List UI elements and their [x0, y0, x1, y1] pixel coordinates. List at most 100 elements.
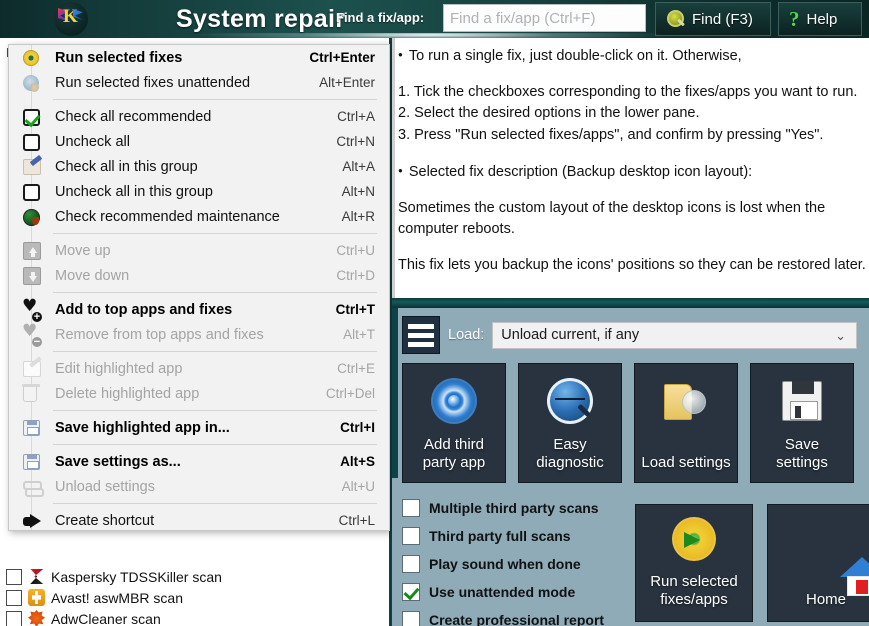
menu-item-icon [23, 384, 45, 404]
menu-item-label: Add to top apps and fixes [55, 302, 336, 318]
option-checkbox-list: Multiple third party scans Third party fu… [402, 494, 604, 626]
gear-blue-tile-icon [431, 378, 477, 424]
menu-item-edit-highlighted-app[interactable]: Edit highlighted appCtrl+E [9, 356, 389, 381]
menu-item-icon [23, 452, 45, 472]
load-settings-select[interactable]: Unload current, if any ⌄ [492, 322, 857, 349]
menu-item-unload-settings[interactable]: Unload settingsAlt+U [9, 474, 389, 499]
menu-item-label: Run selected fixes unattended [55, 75, 319, 91]
tool-tile-load-settings[interactable]: Load settings [634, 363, 738, 483]
info-line: computer reboots. [398, 219, 861, 241]
option-checkbox[interactable] [402, 555, 420, 573]
gear-blue-icon [23, 75, 39, 91]
menu-item-uncheck-all-in-this-group[interactable]: Uncheck all in this groupAlt+N [9, 179, 389, 204]
menu-item-add-to-top-apps-and-fixes[interactable]: Add to top apps and fixesCtrl+T [9, 297, 389, 322]
option-row[interactable]: Third party full scans [402, 522, 604, 550]
adwcleaner-icon [28, 610, 45, 626]
option-row[interactable]: Use unattended mode [402, 578, 604, 606]
option-checkbox[interactable] [402, 499, 420, 517]
menu-item-icon [23, 325, 45, 345]
menu-item-uncheck-all[interactable]: Uncheck allCtrl+N [9, 129, 389, 154]
menu-item-shortcut: Ctrl+Enter [309, 50, 375, 65]
menu-item-create-shortcut[interactable]: Create shortcutCtrl+L [9, 508, 389, 533]
menu-item-label: Uncheck all [55, 134, 336, 150]
fix-checkbox[interactable] [6, 590, 22, 606]
info-panel: To run a single fix, just double-click o… [392, 38, 869, 298]
option-checkbox[interactable] [402, 611, 420, 626]
option-row[interactable]: Play sound when done [402, 550, 604, 578]
option-row[interactable]: Multiple third party scans [402, 494, 604, 522]
info-line: To run a single fix, just double-click o… [398, 44, 861, 68]
menu-item-shortcut: Ctrl+E [337, 361, 375, 376]
find-field-label: Find a fix/app: [336, 10, 424, 25]
menu-item-label: Save highlighted app in... [55, 420, 340, 436]
menu-item-icon [23, 207, 45, 227]
menu-item-check-all-recommended[interactable]: Check all recommendedCtrl+A [9, 104, 389, 129]
menu-item-shortcut: Alt+S [340, 454, 375, 469]
menu-item-shortcut: Ctrl+A [337, 109, 375, 124]
search-input[interactable] [443, 4, 646, 32]
fix-checkbox[interactable] [6, 569, 22, 585]
arrow-down-icon [23, 267, 41, 285]
tool-tile-add-third[interactable]: Add thirdparty app [402, 363, 506, 483]
tile-label-line1: Save [751, 436, 853, 454]
fix-list: Kaspersky TDSSKiller scan Avast! aswMBR s… [0, 566, 392, 626]
info-spacer [398, 146, 861, 160]
hamburger-menu-icon[interactable] [402, 316, 440, 354]
fix-label: Avast! aswMBR scan [51, 590, 183, 606]
app-logo: K [52, 2, 90, 36]
chevron-down-icon: ⌄ [835, 329, 846, 344]
menu-item-delete-highlighted-app[interactable]: Delete highlighted appCtrl+Del [9, 381, 389, 406]
question-mark-icon: ? [789, 9, 800, 30]
menu-item-check-all-in-this-group[interactable]: Check all in this groupAlt+A [9, 154, 389, 179]
floppy-disk-icon [782, 381, 822, 421]
option-checkbox[interactable] [402, 583, 420, 601]
tool-tile-save[interactable]: Savesettings [750, 363, 854, 483]
menu-separator [53, 444, 377, 445]
menu-item-label: Uncheck all in this group [55, 184, 342, 200]
menu-item-label: Edit highlighted app [55, 361, 337, 377]
menu-item-run-selected-fixes-unattended[interactable]: Run selected fixes unattendedAlt+Enter [9, 70, 389, 95]
checkbox-empty-icon [23, 184, 40, 201]
tile-label-line2: party app [403, 454, 505, 472]
menu-item-icon [23, 157, 45, 177]
menu-item-check-recommended-maintenance[interactable]: Check recommended maintenanceAlt+R [9, 204, 389, 229]
menu-item-label: Check recommended maintenance [55, 209, 342, 225]
menu-separator [53, 351, 377, 352]
menu-item-run-selected-fixes[interactable]: Run selected fixesCtrl+Enter [9, 45, 389, 70]
info-line: 1. Tick the checkboxes corresponding to … [398, 82, 861, 104]
menu-item-icon [23, 511, 45, 531]
menu-item-move-up[interactable]: Move upCtrl+U [9, 238, 389, 263]
fix-label: AdwCleaner scan [51, 611, 161, 626]
menu-item-icon [23, 241, 45, 261]
tool-tile-easy[interactable]: Easydiagnostic [518, 363, 622, 483]
action-tile-run-selected[interactable]: Run selectedfixes/apps [635, 504, 753, 622]
heart-minus-icon [23, 327, 41, 343]
menu-item-icon [23, 359, 45, 379]
context-menu[interactable]: Run selected fixesCtrl+EnterRun selected… [8, 44, 390, 531]
menu-item-shortcut: Ctrl+N [336, 134, 375, 149]
list-item[interactable]: AdwCleaner scan [0, 608, 392, 626]
menu-item-shortcut: Alt+R [342, 209, 375, 224]
menu-item-move-down[interactable]: Move downCtrl+D [9, 263, 389, 288]
list-item[interactable]: Avast! aswMBR scan [0, 587, 392, 608]
menu-item-remove-from-top-apps-and-fixes[interactable]: Remove from top apps and fixesAlt+T [9, 322, 389, 347]
fix-checkbox[interactable] [6, 611, 22, 626]
run-gear-icon [672, 517, 716, 561]
load-settings-value: Unload current, if any [501, 327, 639, 343]
menu-item-icon [23, 182, 45, 202]
option-label: Multiple third party scans [429, 500, 599, 516]
find-button[interactable]: Find (F3) [655, 2, 771, 36]
list-item[interactable]: Kaspersky TDSSKiller scan [0, 566, 392, 587]
option-row[interactable]: Create professional report [402, 606, 604, 626]
menu-item-shortcut: Ctrl+U [336, 243, 375, 258]
menu-item-save-settings-as[interactable]: Save settings as...Alt+S [9, 449, 389, 474]
menu-item-save-highlighted-app-in[interactable]: Save highlighted app in...Ctrl+I [9, 415, 389, 440]
floppy-slot [795, 406, 801, 418]
action-tile-label: Home [768, 591, 869, 609]
menu-item-icon [23, 477, 45, 497]
action-tile-home[interactable]: Home [767, 504, 869, 622]
option-checkbox[interactable] [402, 527, 420, 545]
help-button[interactable]: ? Help [778, 2, 862, 36]
tool-tile-label: Load settings [635, 454, 737, 472]
save-disk-icon [23, 420, 40, 436]
